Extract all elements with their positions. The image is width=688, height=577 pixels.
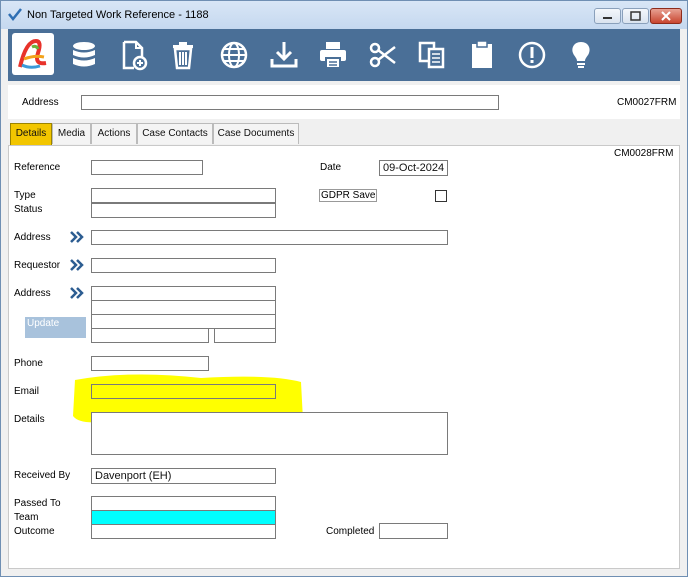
phone-field[interactable] [91,356,209,371]
status-field[interactable] [91,203,276,218]
details-label: Details [14,414,45,425]
reference-label: Reference [14,162,61,173]
requestor-address-line-3[interactable] [91,314,276,329]
date-label: Date [320,162,342,173]
address-label: Address [14,232,51,243]
app-logo-icon[interactable] [12,33,54,75]
details-panel: CM0028FRM Reference Date 09-Oct-2024 Typ… [8,145,680,569]
minimize-icon [603,17,612,19]
requestor-field[interactable] [91,258,276,273]
app-check-icon [8,8,22,22]
maximize-icon [630,11,641,21]
requestor-address-line-1[interactable] [91,286,276,301]
team-label: Team [14,512,39,523]
requestor-address-postcode[interactable] [214,328,276,343]
type-label: Type [14,190,36,201]
title-bar: Non Targeted Work Reference - 1188 [1,1,687,29]
alert-icon[interactable] [512,35,552,75]
tab-case-contacts[interactable]: Case Contacts [137,123,213,144]
header-form-code: CM0027FRM [617,97,677,108]
date-field[interactable]: 09-Oct-2024 [379,160,448,176]
close-icon [661,11,671,21]
tab-details[interactable]: Details [10,123,52,146]
requestor-address-chevron-icon[interactable] [69,286,85,303]
download-icon[interactable] [264,35,304,75]
reference-field[interactable] [91,160,203,175]
print-icon[interactable] [313,35,353,75]
copy-icon[interactable] [412,35,452,75]
address-header-row: Address CM0027FRM [8,85,680,119]
scissors-icon[interactable] [363,35,403,75]
details-field[interactable] [91,412,448,455]
address-field[interactable] [91,230,448,245]
requestor-lookup-chevron-icon[interactable] [69,258,85,275]
lightbulb-icon[interactable] [561,35,601,75]
received-by-field[interactable]: Davenport (EH) [91,468,276,484]
phone-label: Phone [14,358,43,369]
tab-media[interactable]: Media [52,123,91,144]
passed-to-label: Passed To [14,498,61,509]
requestor-address-town[interactable] [91,328,209,343]
requestor-address-line-2[interactable] [91,300,276,315]
close-button[interactable] [650,8,682,24]
team-field[interactable] [91,510,276,525]
gdpr-save-label: GDPR Save [319,189,378,202]
minimize-button[interactable] [594,8,621,24]
globe-icon[interactable] [214,35,254,75]
clipboard-icon[interactable] [462,35,502,75]
panel-form-code: CM0028FRM [614,148,674,159]
update-button[interactable]: Update [25,317,86,338]
window-title: Non Targeted Work Reference - 1188 [27,9,209,21]
trash-icon[interactable] [163,35,203,75]
database-icon[interactable] [64,35,104,75]
completed-label: Completed [326,526,375,537]
address-lookup-chevron-icon[interactable] [69,230,85,247]
tab-actions[interactable]: Actions [91,123,137,144]
type-field[interactable] [91,188,276,203]
header-address-field[interactable] [81,95,499,110]
tab-case-documents[interactable]: Case Documents [213,123,299,144]
application-window: Non Targeted Work Reference - 1188 Addre… [0,0,688,577]
outcome-field[interactable] [91,524,276,539]
requestor-label: Requestor [14,260,61,271]
requestor-address-label: Address [14,288,51,299]
toolbar [8,29,680,81]
email-field[interactable] [91,384,276,399]
gdpr-save-checkbox[interactable] [435,190,447,202]
outcome-label: Outcome [14,526,55,537]
completed-field[interactable] [379,523,448,539]
passed-to-field[interactable] [91,496,276,511]
header-address-label: Address [22,97,59,108]
maximize-button[interactable] [622,8,649,24]
email-label: Email [14,386,40,397]
new-document-icon[interactable] [113,35,153,75]
status-label: Status [14,204,43,215]
received-by-label: Received By [14,470,71,481]
